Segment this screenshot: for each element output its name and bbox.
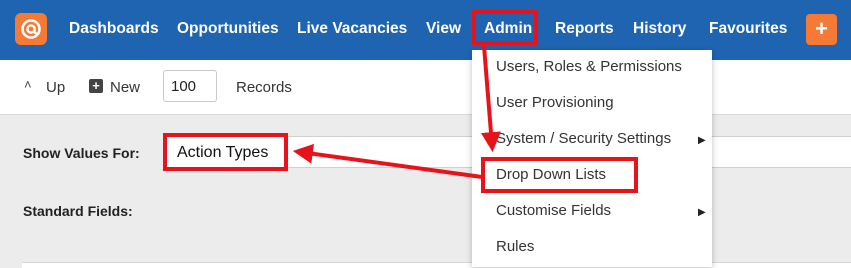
annotation-arrows xyxy=(292,45,501,179)
arrow-admin-to-drop-down-lists xyxy=(481,45,501,153)
arrow-drop-down-lists-to-field xyxy=(292,143,483,179)
